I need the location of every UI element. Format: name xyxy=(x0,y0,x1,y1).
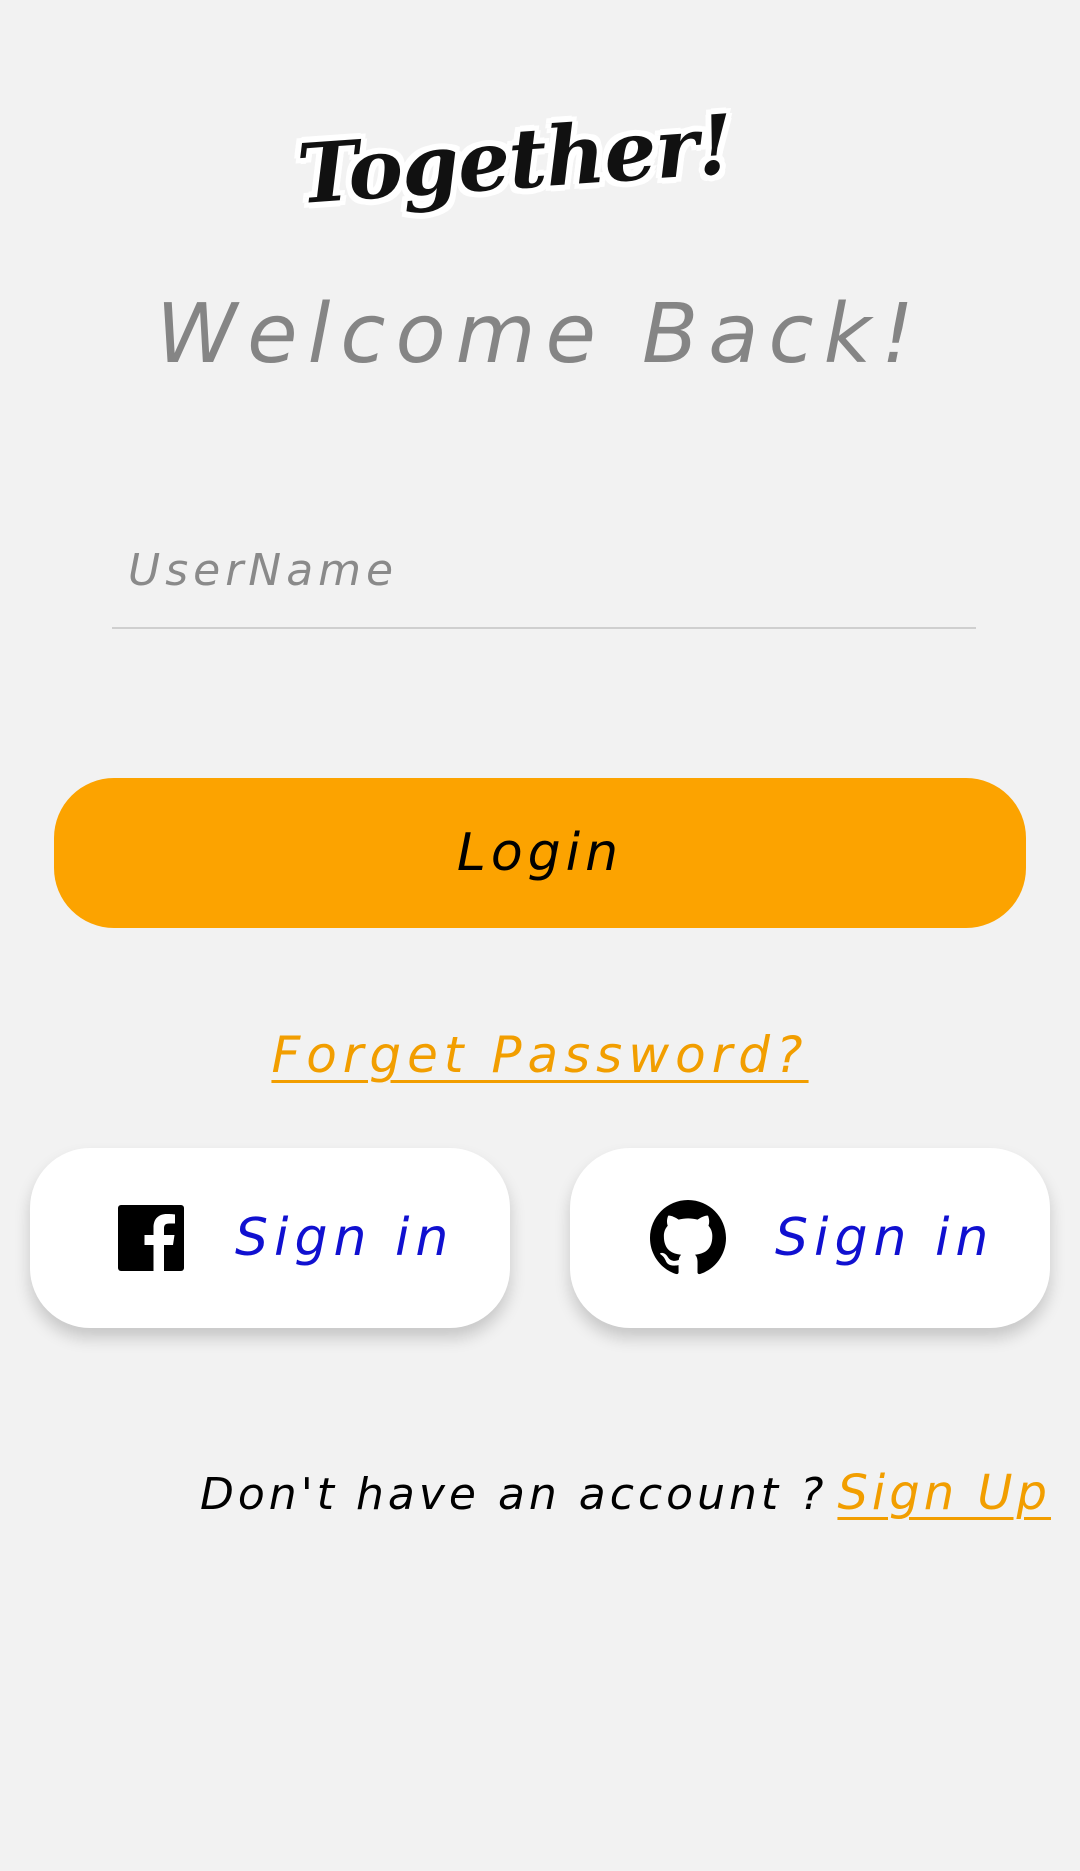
username-input[interactable] xyxy=(112,515,976,625)
username-field xyxy=(112,515,976,629)
github-icon xyxy=(650,1200,726,1275)
facebook-icon xyxy=(118,1205,184,1271)
github-sign-in-label: Sign in xyxy=(775,1208,995,1268)
github-sign-in-button[interactable]: Sign in xyxy=(570,1148,1050,1328)
facebook-sign-in-label: Sign in xyxy=(235,1208,455,1268)
welcome-heading: Welcome Back! xyxy=(156,287,924,382)
signup-prompt: Don't have an account ? xyxy=(200,1469,828,1520)
facebook-sign-in-button[interactable]: Sign in xyxy=(30,1148,510,1328)
login-button[interactable]: Login xyxy=(54,778,1026,928)
logo-text: Together! xyxy=(294,96,736,224)
app-logo: Together! xyxy=(294,75,735,245)
signup-row: Don't have an account ? Sign Up xyxy=(200,1458,1051,1530)
forget-password-link[interactable]: Forget Password? xyxy=(271,1026,808,1084)
signup-link[interactable]: Sign Up xyxy=(837,1465,1051,1521)
forget-password-row: Forget Password? xyxy=(0,1020,1080,1090)
